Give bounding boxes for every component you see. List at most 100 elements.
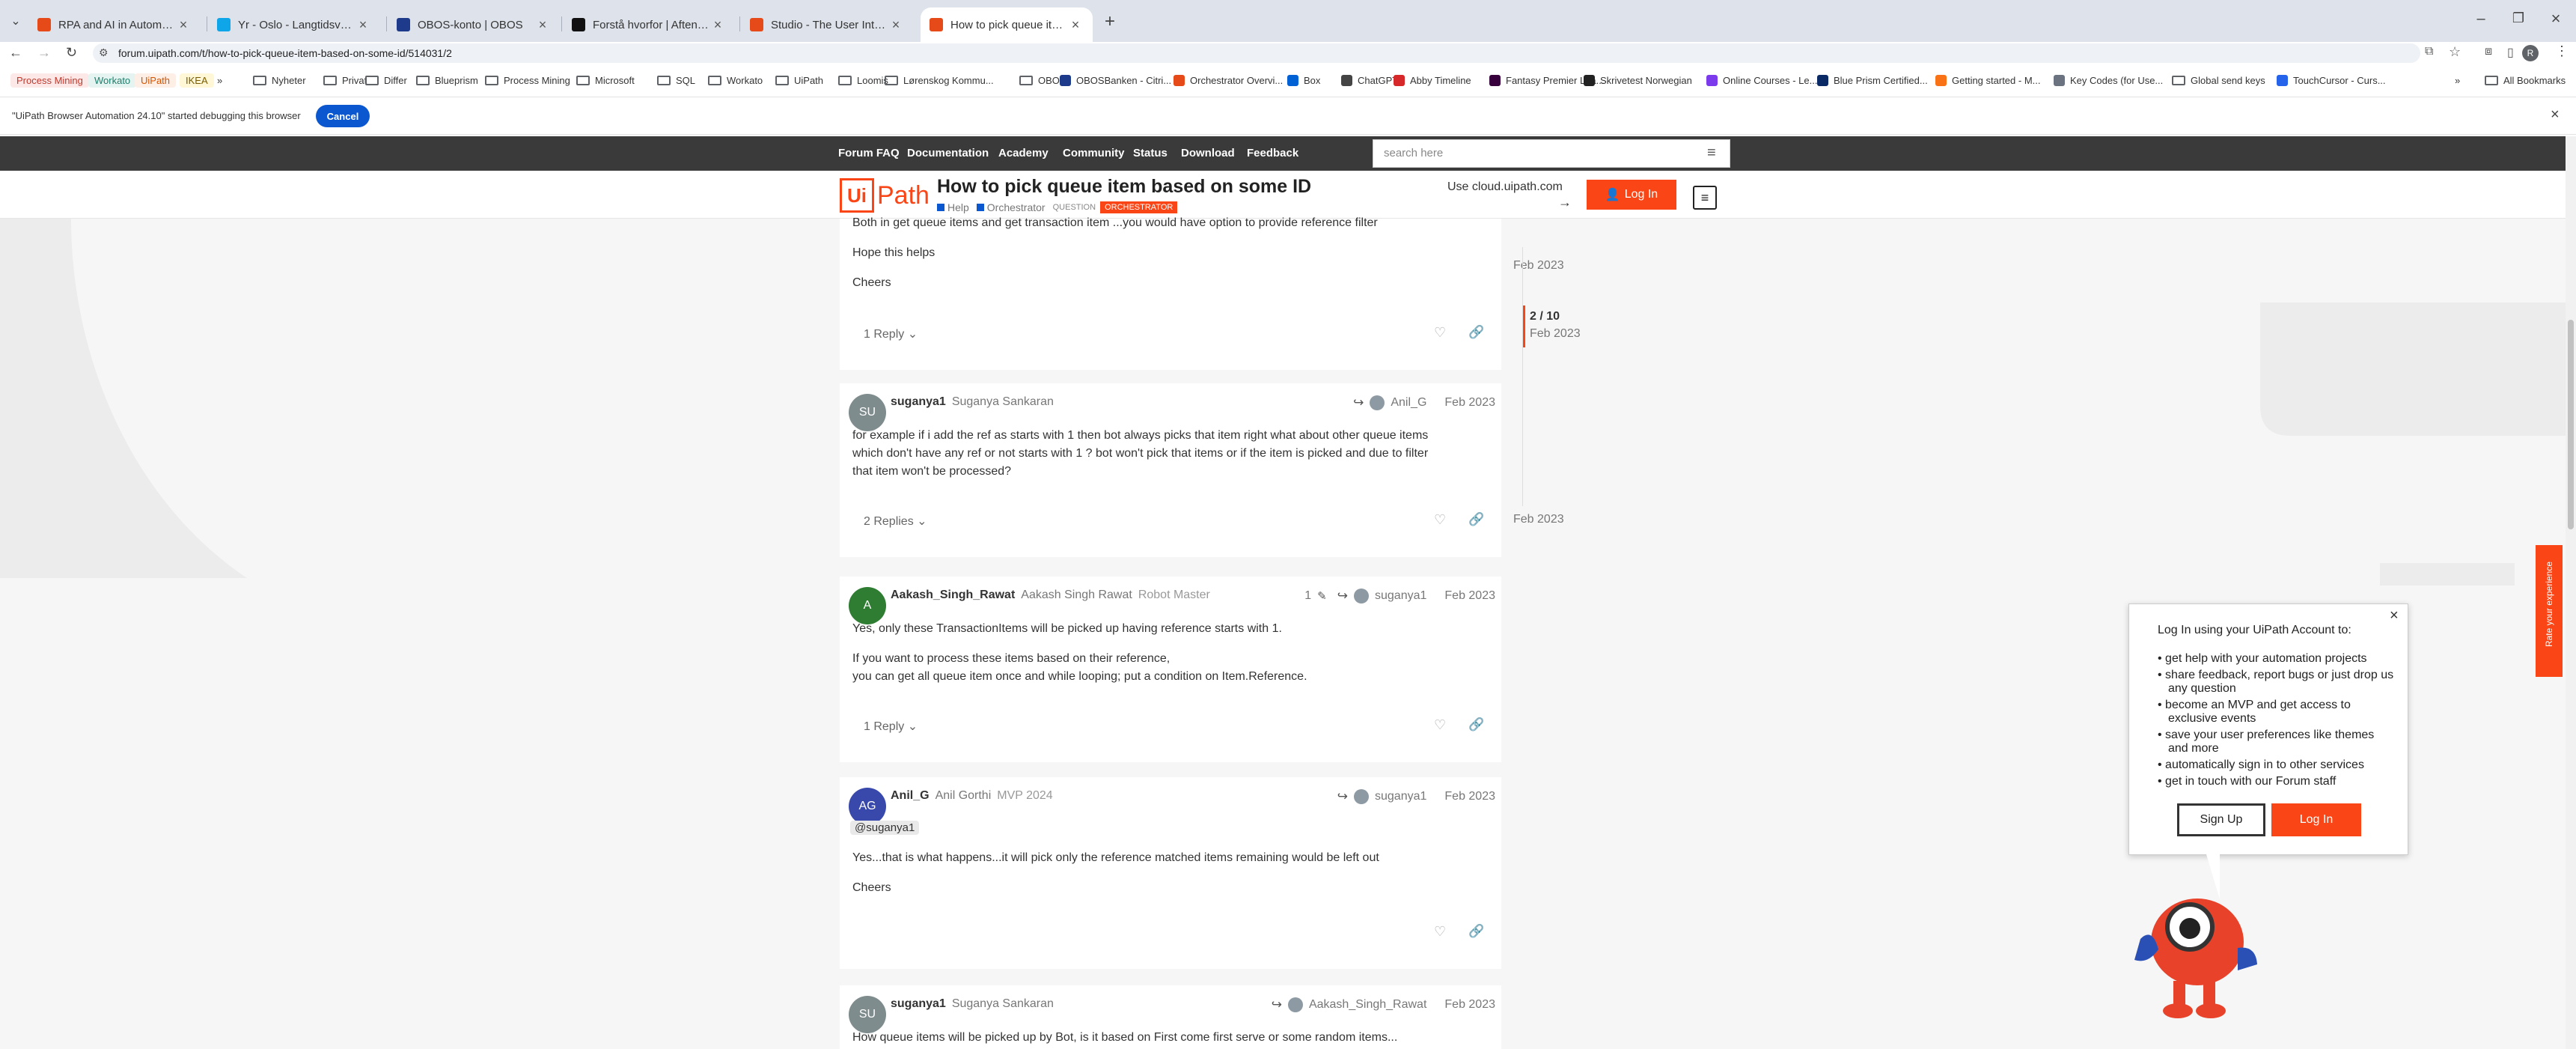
search-menu-icon[interactable]: ≡ [1707,145,1716,162]
bookmark-item[interactable]: Online Courses - Le... [1706,72,1817,88]
reply-to-user[interactable]: suganya1 [1375,790,1426,803]
bookmark-item[interactable]: All Bookmarks [2485,72,2566,88]
share-link-icon[interactable]: 🔗 [1468,512,1484,527]
bookmark-item[interactable]: Workato [708,72,763,88]
bookmark-item[interactable]: ChatGPT [1341,72,1398,88]
mention-chip[interactable]: @suganya1 [850,821,920,835]
new-tab-button[interactable]: + [1099,10,1121,33]
reload-icon[interactable]: ↻ [66,45,77,61]
bookmark-item[interactable]: TouchCursor - Curs... [2277,72,2386,88]
tab[interactable]: Studio - The User Interface× [741,7,913,42]
like-icon[interactable]: ♡ [1434,512,1446,528]
tab-close-icon[interactable]: × [534,17,551,33]
nav-link[interactable]: Forum FAQ [838,147,900,159]
bookmark-item[interactable]: » [217,72,222,88]
header-login-button[interactable]: 👤 Log In [1587,180,1676,210]
tab[interactable]: OBOS-konto | OBOS × [388,7,560,42]
category-help[interactable]: Help [947,201,969,213]
tab-active[interactable]: How to pick queue item based× [921,7,1093,42]
nav-link[interactable]: Feedback [1247,147,1298,159]
post-username[interactable]: suganya1 [891,395,946,409]
post-fullname[interactable]: Suganya Sankaran [952,997,1054,1011]
tab[interactable]: RPA and AI in Automation Trai...× [28,7,201,42]
post-username[interactable]: Anil_G [891,789,930,803]
rate-experience-tab[interactable]: Rate your experience [2536,545,2563,677]
bookmark-item[interactable]: Global send keys [2172,72,2265,88]
tag-question[interactable]: QUESTION [1053,203,1096,212]
reply-to-user[interactable]: suganya1 [1375,589,1426,603]
scrollbar-thumb[interactable] [2568,320,2574,529]
bookmark-item[interactable]: Microsoft [576,72,635,88]
like-icon[interactable]: ♡ [1434,717,1446,733]
edit-pencil-icon[interactable]: ✎ [1317,589,1327,603]
uipath-robot-mascot[interactable] [2125,897,2268,1024]
reply-to-user[interactable]: Aakash_Singh_Rawat [1309,998,1426,1012]
extensions-icon[interactable]: ⧈ [2485,45,2492,58]
bookmark-star-icon[interactable]: ☆ [2449,44,2461,60]
show-replies-button[interactable]: 1 Reply ⌄ [864,719,918,734]
post-date[interactable]: Feb 2023 [1444,790,1495,803]
post-date[interactable]: Feb 2023 [1444,998,1495,1012]
nav-link[interactable]: Academy [998,147,1049,159]
sidebar-icon[interactable]: ▯ [2507,45,2514,60]
post-date[interactable]: Feb 2023 [1444,589,1495,603]
category-orchestrator[interactable]: Orchestrator [987,201,1046,213]
like-icon[interactable]: ♡ [1434,924,1446,940]
topic-title[interactable]: How to pick queue item based on some ID [937,176,1311,198]
tab-close-icon[interactable]: × [175,17,192,33]
bookmark-item[interactable]: Nyheter [253,72,306,88]
bookmark-item[interactable]: UiPath [135,72,177,88]
bookmark-item[interactable]: Process Mining [485,72,570,88]
bookmark-item[interactable]: Privat [323,72,367,88]
reply-to-user[interactable]: Anil_G [1391,396,1426,410]
bookmark-item[interactable]: Differ [365,72,407,88]
tab[interactable]: Forstå hvorfor | Aftenposten× [563,7,735,42]
tab-close-icon[interactable]: × [888,17,904,33]
tab-search-button[interactable]: ⌄ [7,13,24,30]
nav-link[interactable]: Status [1133,147,1168,159]
post-username[interactable]: suganya1 [891,997,946,1011]
bookmark-item[interactable]: Process Mining [10,72,89,88]
page-scrollbar[interactable] [2566,136,2576,1049]
bookmark-item[interactable]: Loomis [838,72,888,88]
site-info-icon[interactable]: ⚙ [99,46,109,59]
tab-close-icon[interactable]: × [709,17,726,33]
bookmark-item[interactable]: Blueprism [416,72,478,88]
like-icon[interactable]: ♡ [1434,325,1446,341]
bookmark-item[interactable]: IKEA [180,72,214,88]
avatar[interactable]: SU [849,394,886,431]
tab-close-icon[interactable]: × [355,17,371,33]
browser-menu-icon[interactable]: ⋮ [2555,43,2569,59]
nav-link[interactable]: Download [1181,147,1235,159]
edit-count[interactable]: 1 [1304,589,1311,603]
popup-login-button[interactable]: Log In [2271,803,2361,836]
window-minimize-icon[interactable]: – [2470,10,2492,28]
bookmark-item[interactable]: » [2455,72,2460,88]
popup-signup-button[interactable]: Sign Up [2177,803,2265,836]
share-link-icon[interactable]: 🔗 [1468,717,1484,732]
bookmark-item[interactable]: OBOSBanken - Citri... [1060,72,1171,88]
bookmark-item[interactable]: Key Codes (for Use... [2054,72,2163,88]
use-cloud-link[interactable]: Use cloud.uipath.com [1447,180,1563,194]
avatar[interactable]: AG [849,788,886,825]
profile-avatar[interactable]: R [2522,45,2539,61]
tab-close-icon[interactable]: × [1067,17,1084,33]
bookmark-item[interactable]: SQL [657,72,695,88]
show-replies-button[interactable]: 1 Reply ⌄ [864,326,918,341]
close-infobar-icon[interactable]: × [2551,106,2560,124]
post-fullname[interactable]: Anil Gorthi [936,789,992,803]
bookmark-item[interactable]: Getting started - M... [1935,72,2041,88]
bookmark-item[interactable]: Box [1287,72,1320,88]
nav-link[interactable]: Community [1063,147,1125,159]
address-bar[interactable]: ⚙ forum.uipath.com/t/how-to-pick-queue-i… [93,43,2420,63]
cancel-debug-button[interactable]: Cancel [316,105,370,127]
hamburger-menu-icon[interactable]: ≡ [1693,186,1717,210]
post-fullname[interactable]: Aakash Singh Rawat [1021,589,1132,602]
bookmark-item[interactable]: Workato [88,72,137,88]
avatar[interactable]: SU [849,996,886,1033]
forum-search-box[interactable]: search here ≡ [1373,139,1730,168]
bookmark-item[interactable]: Orchestrator Overvi... [1173,72,1283,88]
post-fullname[interactable]: Suganya Sankaran [952,395,1054,409]
tag-orchestrator[interactable]: ORCHESTRATOR [1100,201,1178,213]
window-restore-icon[interactable]: ❐ [2507,10,2530,26]
